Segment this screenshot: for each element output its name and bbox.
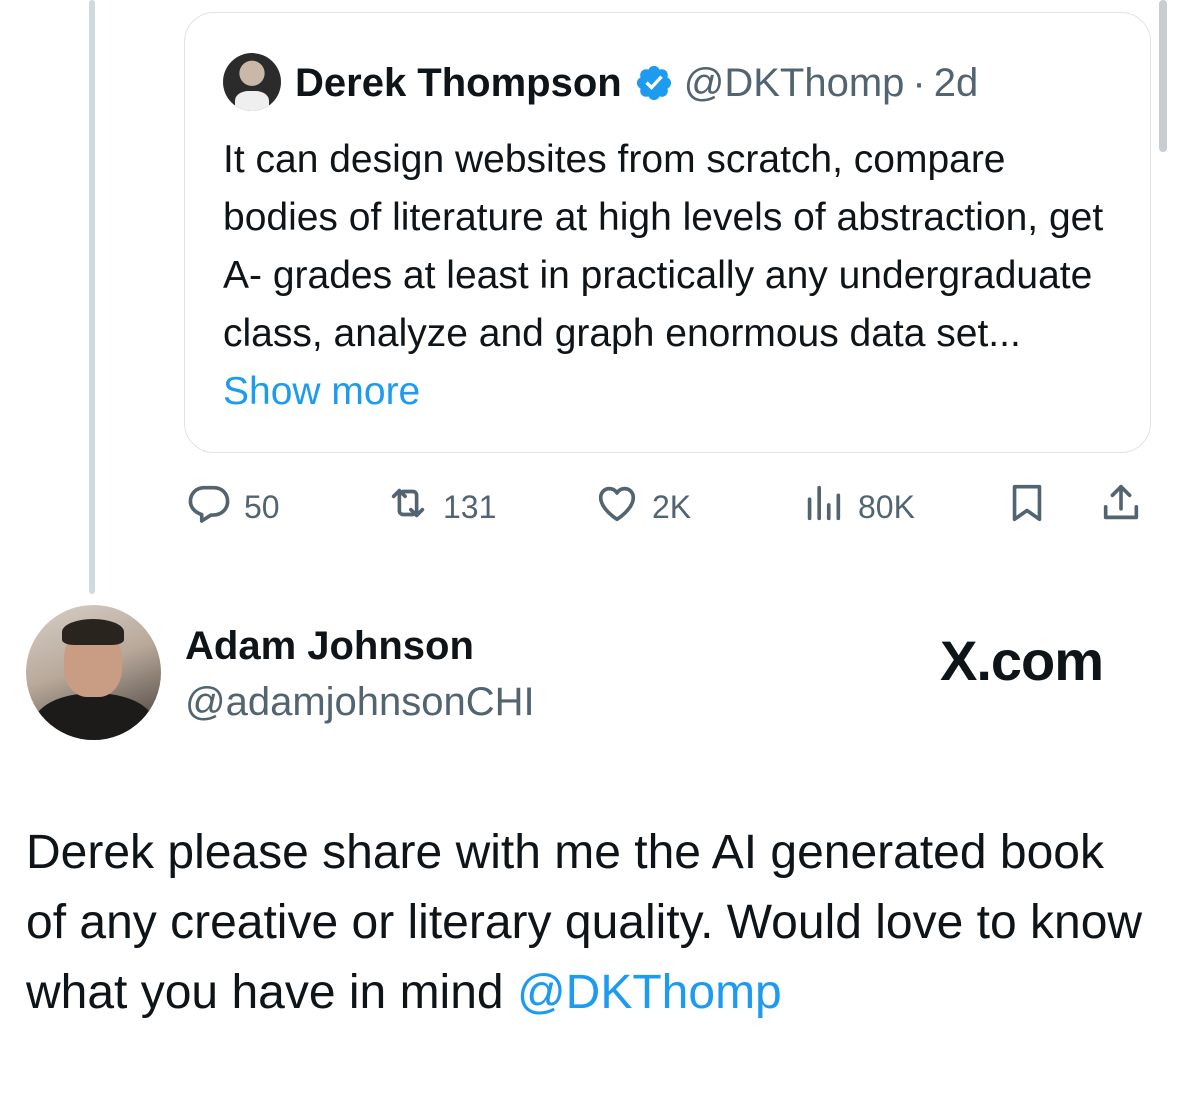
reply-tweet-text: Derek please share with me the AI genera…	[26, 818, 1146, 1028]
avatar-body	[34, 693, 154, 740]
reply-button[interactable]: 50	[186, 480, 280, 534]
reply-author-avatar[interactable]	[26, 605, 161, 740]
views-count: 80K	[858, 488, 915, 525]
scrollbar[interactable]	[1159, 0, 1167, 152]
share-button[interactable]	[1098, 480, 1144, 534]
share-icon	[1098, 480, 1144, 534]
quoted-tweet-body: It can design websites from scratch, com…	[223, 138, 1104, 355]
quoted-author-handle[interactable]: @DKThomp	[684, 61, 905, 106]
tweet-action-bar: 50 131 2K 80K	[0, 470, 1178, 540]
reply-icon	[186, 480, 232, 534]
quoted-tweet-time[interactable]: 2d	[934, 61, 979, 106]
bookmark-button[interactable]	[1004, 480, 1050, 534]
brand-watermark: X.com	[940, 629, 1104, 692]
quoted-tweet-text: It can design websites from scratch, com…	[223, 131, 1128, 421]
header-separator: ·	[912, 60, 926, 105]
repost-button[interactable]: 131	[385, 480, 496, 534]
like-icon	[594, 480, 640, 534]
quoted-tweet-card[interactable]: Derek Thompson @DKThomp · 2d It can desi…	[184, 12, 1151, 453]
reply-count: 50	[244, 488, 280, 525]
avatar-hair	[62, 619, 124, 645]
quoted-tweet-header: Derek Thompson @DKThomp · 2d	[295, 59, 978, 107]
views-icon	[800, 480, 846, 534]
like-count: 2K	[652, 488, 692, 525]
quoted-author-name[interactable]: Derek Thompson	[295, 61, 622, 106]
show-more-link[interactable]: Show more	[223, 370, 420, 413]
verified-icon	[634, 63, 674, 103]
quoted-author-avatar[interactable]	[223, 53, 281, 111]
repost-count: 131	[443, 488, 497, 525]
reply-author-name[interactable]: Adam Johnson	[185, 624, 474, 669]
views-button[interactable]: 80K	[800, 480, 915, 534]
reply-author-handle[interactable]: @adamjohnsonCHI	[185, 680, 535, 725]
like-button[interactable]: 2K	[594, 480, 691, 534]
bookmark-icon	[1004, 480, 1050, 534]
repost-icon	[385, 480, 431, 534]
mention-link[interactable]: @DKThomp	[517, 966, 782, 1019]
